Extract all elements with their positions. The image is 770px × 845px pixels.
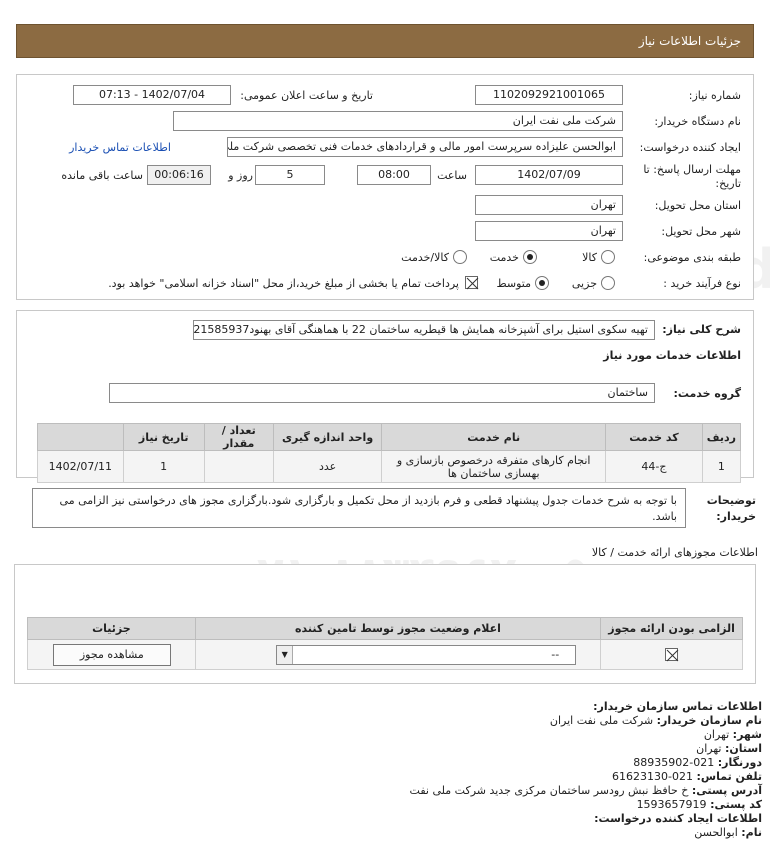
buyer-notes-label: توضیحات: [706, 494, 756, 507]
cell-code: ج-44: [605, 450, 703, 483]
days-field[interactable]: 5: [255, 165, 325, 185]
col-name: نام خدمت: [381, 423, 607, 451]
col-permit-required: الزامی بودن ارائه مجوز: [600, 617, 743, 640]
city-field[interactable]: تهران: [475, 221, 623, 241]
permits-panel: الزامی بودن ارائه مجوز اعلام وضعیت مجوز …: [14, 564, 756, 684]
permits-section-title: اطلاعات مجوزهای ارائه خدمت / کالا: [591, 546, 758, 559]
contact-city: شهر: تهران: [703, 728, 762, 741]
table-row: -- ▼ مشاهده مجوز: [27, 639, 743, 670]
need-info-panel: شماره نیاز: 1102092921001065 تاریخ و ساع…: [16, 74, 754, 300]
cell-date: 1402/07/11: [37, 450, 124, 483]
cross-icon: [466, 277, 479, 290]
province-label: استان محل تحویل:: [654, 199, 741, 212]
announce-field[interactable]: 1402/07/04 - 07:13: [73, 85, 231, 105]
need-number-field[interactable]: 1102092921001065: [475, 85, 623, 105]
col-permit-details: جزئیات: [27, 617, 196, 640]
contact-org: نام سازمان خریدار: شرکت ملی نفت ایران: [549, 714, 762, 727]
page-header: جزئیات اطلاعات نیاز: [16, 24, 754, 58]
category-radio-goods-service[interactable]: [453, 250, 467, 264]
col-qty: تاریخ نیاز: [122, 423, 205, 451]
cell-name: انجام کارهای متفرقه درخصوص بازسازی و بهس…: [381, 450, 607, 483]
contact-postal: کد پستی: 1593657919: [636, 798, 762, 811]
need-number-label: شماره نیاز:: [688, 89, 741, 102]
chevron-down-icon: ▼: [277, 646, 294, 664]
service-group-field[interactable]: ساختمان: [109, 383, 655, 403]
permits-table: الزامی بودن ارائه مجوز اعلام وضعیت مجوز …: [27, 617, 743, 670]
buyer-notes-box: با توجه به شرح خدمات جدول پیشنهاد قطعی و…: [32, 488, 686, 528]
cell-unit: عدد: [272, 450, 383, 483]
contact-phone: تلفن تماس: 021-61623130: [612, 770, 762, 783]
col-permit-status: اعلام وضعیت مجوز توسط تامین کننده: [194, 617, 602, 640]
treasury-payment-checkbox[interactable]: [465, 276, 479, 290]
deadline-date-field[interactable]: 1402/07/09: [475, 165, 623, 185]
deadline-label: مهلت ارسال پاسخ: تا: [643, 163, 741, 176]
summary-field[interactable]: تهیه سکوی استیل برای آشپزخانه همایش ها ق…: [193, 320, 655, 340]
category-goods-service-label: کالا/خدمت: [401, 251, 449, 264]
city-label: شهر محل تحویل:: [661, 225, 741, 238]
contact-title: اطلاعات تماس سازمان خریدار:: [593, 700, 762, 713]
service-group-label: گروه خدمت:: [673, 387, 741, 400]
cell-qty: 1: [122, 450, 205, 483]
summary-label: شرح کلی نیاز:: [662, 323, 741, 336]
permit-required-checkbox[interactable]: [665, 648, 679, 662]
permit-status-value: --: [551, 648, 560, 661]
contact-province: استان: تهران: [696, 742, 762, 755]
process-radio-medium[interactable]: [535, 276, 549, 290]
contact-fax: دورنگار: 021-88935902: [633, 756, 762, 769]
deadline-time-field[interactable]: 08:00: [357, 165, 431, 185]
announce-label: تاریخ و ساعت اعلان عمومی:: [240, 89, 373, 102]
col-code: کد خدمت: [605, 423, 703, 451]
creator-field[interactable]: ابوالحسن علیزاده سرپرست امور مالی و قرار…: [227, 137, 623, 157]
col-date: [37, 423, 124, 451]
process-medium-label: متوسط: [496, 277, 531, 290]
permit-status-cell: -- ▼: [194, 639, 602, 670]
services-section-title: اطلاعات خدمات مورد نیاز: [603, 349, 741, 362]
creator-name: نام: ابوالحسن: [694, 826, 762, 839]
category-label: طبقه بندی موضوعی:: [643, 251, 741, 264]
process-label: نوع فرآیند خرید :: [663, 277, 741, 290]
days-label: روز و: [228, 169, 253, 182]
category-service-label: خدمت: [489, 251, 519, 264]
view-permit-button[interactable]: مشاهده مجوز: [52, 644, 171, 666]
col-row: ردیف: [701, 423, 742, 451]
cross-icon: [666, 649, 679, 662]
category-radio-service[interactable]: [523, 250, 537, 264]
deadline-label-date: تاریخ:: [715, 177, 741, 190]
contact-address: آدرس پستی: خ حافظ نبش رودسر ساختمان مرکز…: [409, 784, 762, 797]
permit-required-cell: [600, 639, 743, 670]
category-goods-label: کالا: [582, 251, 597, 264]
buyer-notes-text: با توجه به شرح خدمات جدول پیشنهاد قطعی و…: [59, 494, 677, 523]
cell-row: 1: [701, 450, 742, 483]
col-unit: واحد اندازه گیری: [272, 423, 383, 451]
permit-details-cell: مشاهده مجوز: [27, 639, 196, 670]
category-radio-goods[interactable]: [601, 250, 615, 264]
permits-table-header: الزامی بودن ارائه مجوز اعلام وضعیت مجوز …: [27, 617, 743, 640]
remaining-time-field: 00:06:16: [147, 165, 211, 185]
payment-note: پرداخت تمام یا بخشی از مبلغ خرید،از محل …: [108, 277, 459, 290]
table-row: 1 ج-44 انجام کارهای متفرقه درخصوص بازساز…: [37, 450, 742, 483]
contact-buyer-link[interactable]: اطلاعات تماس خریدار: [69, 141, 171, 154]
buyer-org-field[interactable]: شرکت ملی نفت ایران: [173, 111, 623, 131]
process-minor-label: جزیی: [571, 277, 597, 290]
col-count: تعداد / مقدار: [203, 423, 274, 451]
page-title: جزئیات اطلاعات نیاز: [638, 34, 741, 48]
cell-count: [203, 450, 274, 483]
summary-panel: شرح کلی نیاز: تهیه سکوی استیل برای آشپزخ…: [16, 310, 754, 483]
services-table: ردیف کد خدمت نام خدمت واحد اندازه گیری ت…: [37, 423, 742, 483]
permit-status-select[interactable]: -- ▼: [276, 645, 577, 665]
buyer-org-label: نام دستگاه خریدار:: [654, 115, 741, 128]
creator-info-title: اطلاعات ایجاد کننده درخواست:: [594, 812, 762, 825]
process-radio-minor[interactable]: [601, 276, 615, 290]
province-field[interactable]: تهران: [475, 195, 623, 215]
deadline-time-label: ساعت: [437, 169, 467, 182]
services-table-header: ردیف کد خدمت نام خدمت واحد اندازه گیری ت…: [37, 423, 742, 451]
remaining-label: ساعت باقی مانده: [61, 169, 143, 182]
buyer-notes-label-2: خریدار:: [716, 510, 756, 523]
creator-label: ایجاد کننده درخواست:: [639, 141, 741, 154]
